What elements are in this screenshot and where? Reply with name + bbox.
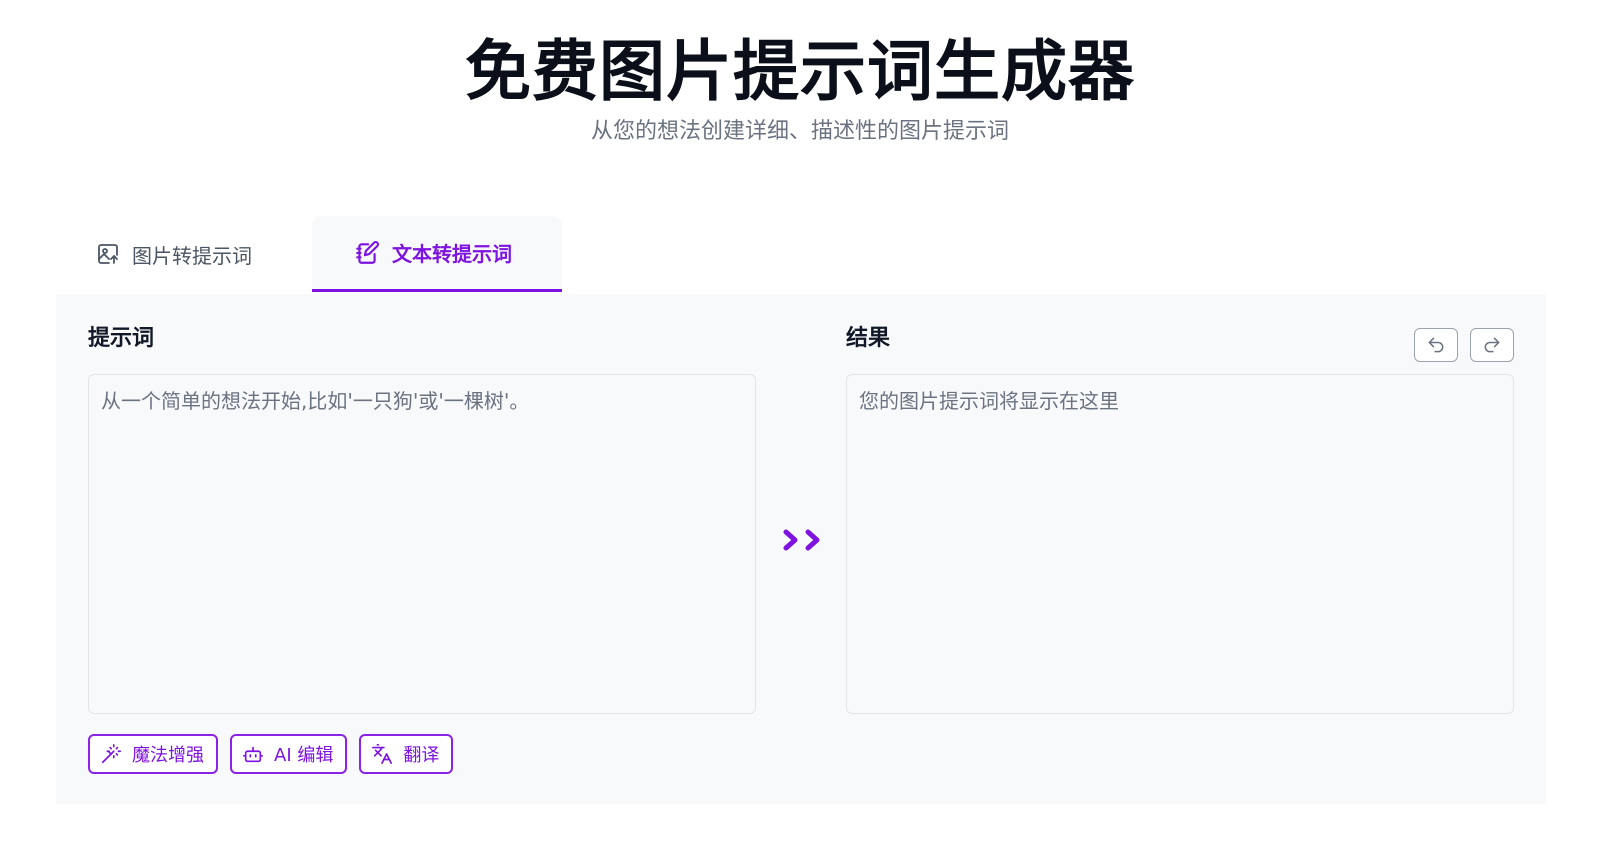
mode-tabs: 图片转提示词 文本转提示词 — [56, 216, 656, 292]
undo-button[interactable] — [1414, 328, 1458, 362]
magic-enhance-button[interactable]: 魔法增强 — [88, 734, 218, 774]
tab-image-to-prompt-label: 图片转提示词 — [132, 243, 252, 268]
undo-icon — [1428, 337, 1444, 353]
magic-enhance-label: 魔法增强 — [132, 745, 204, 766]
translate-label: 翻译 — [403, 745, 440, 766]
generator-panel: 提示词 结果 魔法增强 — [56, 294, 1546, 804]
double-chevron-right-icon — [783, 529, 820, 551]
prompt-label: 提示词 — [88, 326, 155, 351]
image-upload-icon — [98, 244, 118, 264]
result-output[interactable] — [846, 374, 1514, 714]
tab-image-to-prompt[interactable]: 图片转提示词 — [96, 216, 296, 292]
ai-edit-button[interactable]: AI 编辑 — [230, 734, 348, 774]
translate-icon — [372, 744, 393, 764]
translate-button[interactable]: 翻译 — [359, 734, 454, 774]
tab-text-to-prompt-label: 文本转提示词 — [392, 242, 512, 266]
robot-icon — [243, 746, 263, 763]
prompt-input[interactable] — [88, 374, 756, 714]
tab-text-to-prompt[interactable]: 文本转提示词 — [312, 216, 562, 292]
page-title: 免费图片提示词生成器 — [465, 33, 1135, 110]
ai-edit-label: AI 编辑 — [274, 745, 334, 766]
notebook-edit-icon — [356, 240, 379, 264]
redo-button[interactable] — [1470, 328, 1514, 362]
magic-wand-icon — [101, 744, 121, 764]
page-subtitle: 从您的想法创建详细、描述性的图片提示词 — [590, 119, 1009, 144]
prompt-actions: 魔法增强 AI 编辑 翻译 — [88, 734, 454, 774]
redo-icon — [1484, 337, 1500, 353]
result-label: 结果 — [846, 326, 891, 351]
